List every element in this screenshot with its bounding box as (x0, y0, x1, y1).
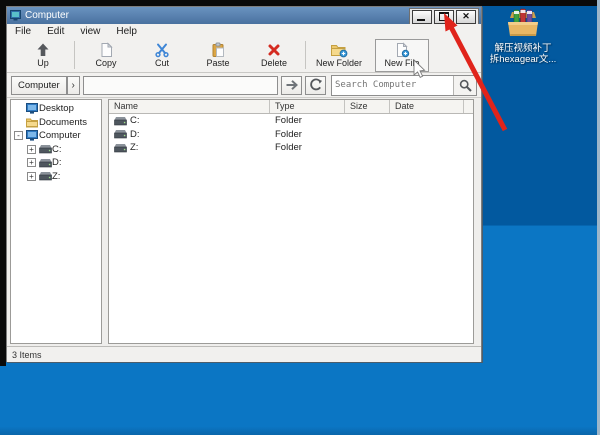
expand-box[interactable]: + (27, 172, 36, 181)
computer-icon (26, 130, 38, 141)
desktop-shortcut-winrar[interactable]: 解压视频补丁 拆hexagear文... (473, 8, 573, 65)
column-header-date[interactable]: Date (390, 100, 464, 113)
item-count: 3 Items (12, 350, 42, 360)
up-arrow-icon (35, 42, 51, 58)
address-bar: Computer › (7, 73, 481, 98)
copy-button[interactable]: Copy (78, 39, 134, 72)
copy-icon (98, 42, 114, 58)
refresh-icon (309, 78, 323, 92)
window-controls: ✕ (409, 8, 479, 25)
refresh-button[interactable] (305, 76, 326, 95)
menu-file[interactable]: File (7, 26, 39, 37)
breadcrumb-computer-button[interactable]: Computer (11, 76, 67, 95)
drive-icon (114, 129, 127, 139)
toolbar: Up Copy Cut Paste (7, 38, 481, 73)
maximize-icon (439, 12, 449, 21)
delete-x-icon (266, 42, 282, 58)
table-row-drive-z[interactable]: Z: Folder (109, 141, 473, 155)
tree-item-drive-z[interactable]: + Z: (11, 170, 101, 184)
toolbar-separator (305, 41, 306, 69)
expand-box[interactable]: + (27, 145, 36, 154)
breadcrumb-chevron-button[interactable]: › (67, 76, 80, 95)
cut-scissors-icon (154, 42, 170, 58)
up-button[interactable]: Up (15, 39, 71, 72)
folder-tree-pane: Desktop Documents - Computer + C: + D: +… (10, 99, 102, 344)
new-file-button[interactable]: New File (375, 39, 429, 72)
address-input[interactable] (83, 76, 278, 95)
maximize-button[interactable] (434, 10, 454, 24)
desktop-icon (26, 103, 38, 114)
go-arrow-icon (285, 79, 299, 91)
search-button[interactable] (453, 76, 476, 95)
delete-button[interactable]: Delete (246, 39, 302, 72)
magnifier-icon (459, 79, 472, 92)
minimize-icon (417, 19, 425, 21)
tree-item-drive-d[interactable]: + D: (11, 156, 101, 170)
table-row-drive-c[interactable]: C: Folder (109, 114, 473, 128)
column-header-name[interactable]: Name (109, 100, 270, 113)
paste-clipboard-icon (210, 42, 226, 58)
column-header-type[interactable]: Type (270, 100, 345, 113)
search-input[interactable] (332, 76, 453, 95)
toolbar-separator (74, 41, 75, 69)
search-box (331, 75, 477, 96)
folder-icon (26, 117, 38, 128)
shortcut-label-line2: 拆hexagear文... (473, 54, 573, 65)
file-list-pane: Name Type Size Date C: Folder D: Folder … (108, 99, 474, 344)
paste-button[interactable]: Paste (190, 39, 246, 72)
drive-icon (39, 144, 52, 154)
new-file-icon (394, 42, 410, 58)
new-folder-button[interactable]: New Folder (309, 39, 369, 72)
tree-item-computer[interactable]: - Computer (11, 129, 101, 143)
winrar-archive-icon (504, 8, 542, 40)
drive-icon (39, 158, 52, 168)
shortcut-label-line1: 解压视频补丁 (473, 43, 573, 54)
go-button[interactable] (281, 76, 302, 95)
close-button[interactable]: ✕ (456, 10, 476, 24)
collapse-box[interactable]: - (14, 131, 23, 140)
expand-box[interactable]: + (27, 158, 36, 167)
status-bar: 3 Items (7, 346, 481, 362)
column-header-size[interactable]: Size (345, 100, 390, 113)
minimize-button[interactable] (412, 10, 432, 24)
new-folder-icon (330, 42, 348, 58)
tree-item-documents[interactable]: Documents (11, 116, 101, 130)
file-manager-window: Computer ✕ File Edit view Help Up Copy (6, 6, 482, 362)
menu-view[interactable]: view (72, 26, 108, 37)
drive-icon (114, 116, 127, 126)
drive-icon (114, 143, 127, 153)
menu-help[interactable]: Help (108, 26, 145, 37)
menu-edit[interactable]: Edit (39, 26, 72, 37)
drive-icon (39, 171, 52, 181)
computer-window-icon (10, 10, 21, 21)
table-row-drive-d[interactable]: D: Folder (109, 128, 473, 142)
cut-button[interactable]: Cut (134, 39, 190, 72)
menu-bar: File Edit view Help (7, 24, 481, 39)
tree-item-desktop[interactable]: Desktop (11, 102, 101, 116)
list-header: Name Type Size Date (109, 100, 473, 114)
tree-item-drive-c[interactable]: + C: (11, 143, 101, 157)
window-title: Computer (25, 10, 69, 21)
